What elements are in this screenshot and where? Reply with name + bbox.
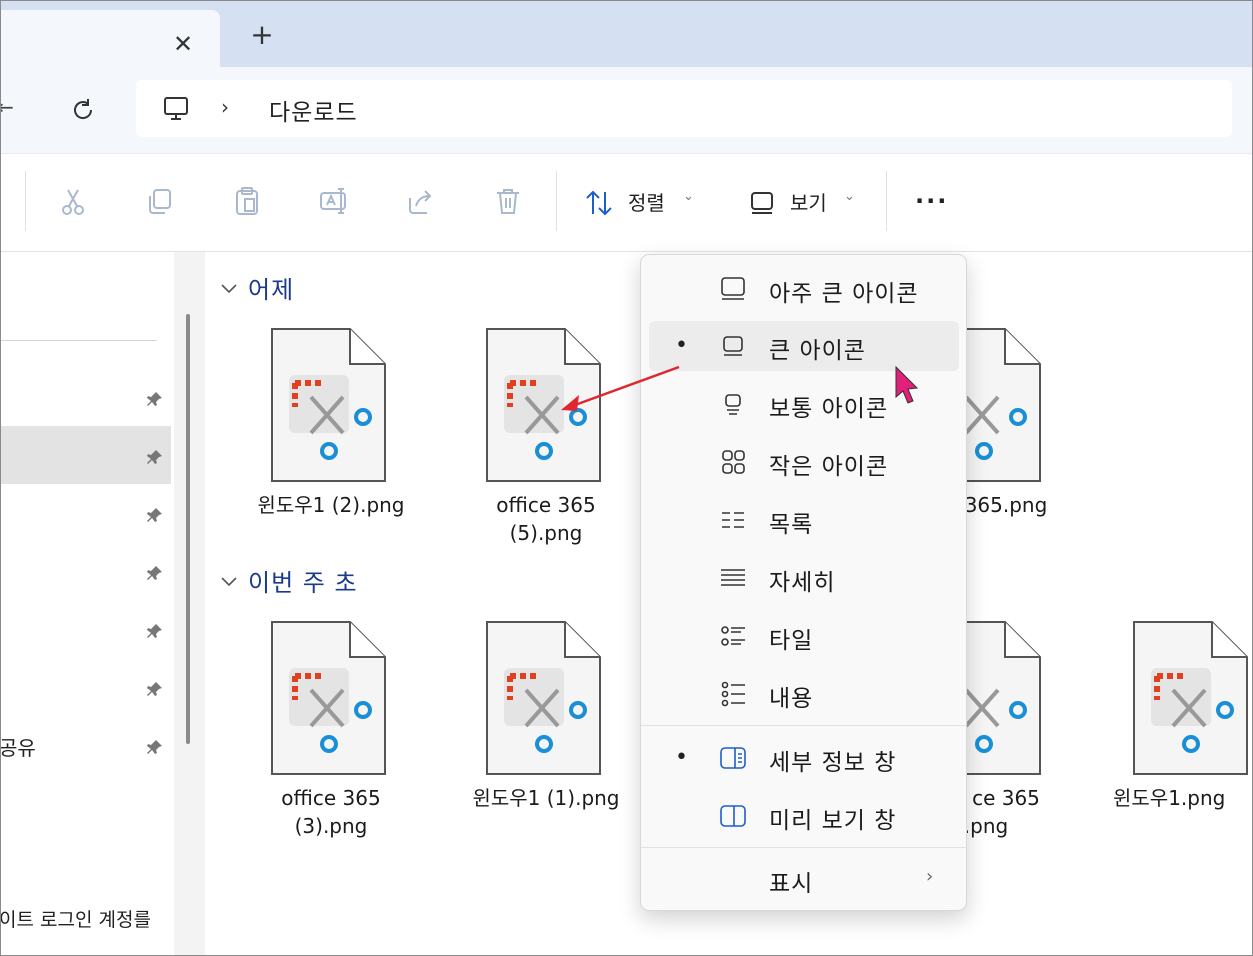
file-name-line1: office 365 (496, 493, 596, 517)
view-dropdown-menu: 아주 큰 아이콘 • 큰 아이콘 보통 아이콘 작은 아이콘 목록 자세히 타일… (640, 254, 967, 911)
group-header-this-week[interactable]: 이번 주 초 (248, 563, 358, 598)
selected-bullet-icon: • (675, 333, 688, 358)
share-icon[interactable] (404, 184, 438, 218)
menu-item-label: 내용 (769, 686, 814, 712)
view-chevron-down-icon: ⌄ (844, 189, 855, 204)
menu-item-label: 표시 (769, 871, 814, 897)
sort-icon[interactable] (583, 186, 617, 220)
back-arrow-icon[interactable]: ← (1, 95, 14, 119)
png-file-icon (486, 621, 601, 775)
menu-item-label: 자세히 (769, 570, 836, 596)
menu-item-preview-pane[interactable]: 미리 보기 창 (649, 791, 959, 841)
delete-icon[interactable] (491, 184, 525, 218)
cut-icon[interactable] (56, 184, 90, 218)
command-bar (1, 153, 1252, 252)
details-pane-icon (720, 747, 746, 769)
file-item[interactable]: 윈도우1.png (1113, 620, 1252, 820)
details-icon (721, 569, 745, 586)
toolbar-divider (886, 171, 887, 231)
menu-item-medium-icons[interactable]: 보통 아이콘 (649, 379, 959, 429)
file-name-line1: office 365 (281, 786, 381, 810)
pin-icon (147, 450, 162, 464)
menu-item-label: 작은 아이콘 (769, 454, 889, 480)
view-icon[interactable] (746, 186, 780, 220)
copy-icon[interactable] (143, 184, 177, 218)
sort-button[interactable]: 정렬 (628, 187, 665, 216)
menu-item-details[interactable]: 자세히 (649, 553, 959, 603)
menu-item-details-pane[interactable]: • 세부 정보 창 (649, 733, 959, 783)
file-item[interactable]: 윈도우1 (2).png (251, 327, 411, 527)
menu-item-extra-large-icons[interactable]: 아주 큰 아이콘 (649, 264, 959, 314)
rename-icon[interactable] (317, 184, 351, 218)
breadcrumb-separator: › (221, 95, 229, 119)
file-explorer-window: ✕ + ← › 다운로드 (0, 0, 1253, 956)
medium-icons-icon (725, 394, 741, 415)
pin-icon (147, 624, 162, 638)
png-file-icon (1133, 621, 1248, 775)
file-name-line2: (5).png (509, 521, 583, 545)
toolbar-divider (556, 171, 557, 231)
breadcrumb-downloads[interactable]: 다운로드 (269, 93, 358, 127)
this-pc-icon[interactable] (161, 94, 191, 124)
tab-downloads[interactable]: ✕ (1, 10, 220, 67)
pin-icon (147, 566, 162, 580)
file-item[interactable]: office 365 (3).png (251, 620, 411, 840)
close-tab-icon[interactable]: ✕ (169, 30, 197, 58)
list-icon (722, 512, 744, 528)
refresh-icon[interactable] (67, 94, 99, 126)
pin-icon (147, 682, 162, 696)
menu-item-label: 미리 보기 창 (769, 808, 897, 834)
submenu-chevron-right-icon: › (926, 866, 934, 887)
file-name: 윈도우1.png (1113, 786, 1226, 810)
tiles-icon (721, 626, 745, 646)
large-icons-icon (723, 336, 743, 356)
sort-chevron-down-icon: ⌄ (683, 189, 694, 204)
menu-divider (641, 725, 966, 726)
file-name-line2: (3).png (294, 814, 368, 838)
menu-item-content[interactable]: 내용 (649, 669, 959, 719)
tab-bar: ✕ + (1, 1, 1252, 67)
sidebar-item-share[interactable]: 공유 (1, 732, 36, 761)
navigation-pane (1, 252, 173, 955)
menu-item-large-icons[interactable]: • 큰 아이콘 (649, 321, 959, 371)
pin-icon (147, 508, 162, 522)
menu-item-show[interactable]: 표시 › (649, 854, 959, 904)
menu-item-list[interactable]: 목록 (649, 495, 959, 545)
png-file-icon (271, 621, 386, 775)
group-collapse-chevron-icon[interactable] (220, 572, 238, 590)
more-options-button[interactable]: ··· (915, 187, 948, 215)
menu-divider (641, 847, 966, 848)
menu-item-label: 큰 아이콘 (769, 338, 866, 364)
file-item[interactable]: 윈도우1 (1).png (466, 620, 626, 820)
pin-icon (147, 740, 162, 754)
menu-item-label: 보통 아이콘 (769, 396, 889, 422)
selected-bullet-icon: • (675, 745, 688, 770)
preview-pane-icon (720, 805, 746, 827)
menu-item-label: 목록 (769, 512, 814, 538)
sidebar-divider (1, 340, 157, 341)
file-name: 윈도우1 (2).png (257, 493, 405, 517)
menu-item-tiles[interactable]: 타일 (649, 611, 959, 661)
new-tab-button[interactable]: + (247, 21, 277, 49)
menu-item-label: 아주 큰 아이콘 (769, 281, 919, 307)
file-item[interactable]: office 365 (5).png (466, 327, 626, 547)
png-file-icon (486, 328, 601, 482)
menu-item-small-icons[interactable]: 작은 아이콘 (649, 437, 959, 487)
small-icons-icon (722, 450, 745, 474)
menu-item-label: 세부 정보 창 (769, 750, 897, 776)
pin-icon (147, 392, 162, 406)
sidebar-scrollbar[interactable] (186, 314, 190, 744)
file-name: 윈도우1 (1).png (472, 786, 620, 810)
content-icon (721, 681, 745, 707)
menu-item-label: 타일 (769, 628, 814, 654)
sidebar-item-account[interactable]: 이트 로그인 계정를 (1, 905, 151, 932)
view-button[interactable]: 보기 (790, 187, 827, 216)
toolbar-divider (25, 171, 26, 231)
extra-large-icons-icon (721, 277, 745, 300)
group-header-yesterday[interactable]: 어제 (248, 270, 294, 305)
png-file-icon (271, 328, 386, 482)
group-collapse-chevron-icon[interactable] (220, 279, 238, 297)
paste-icon[interactable] (230, 184, 264, 218)
